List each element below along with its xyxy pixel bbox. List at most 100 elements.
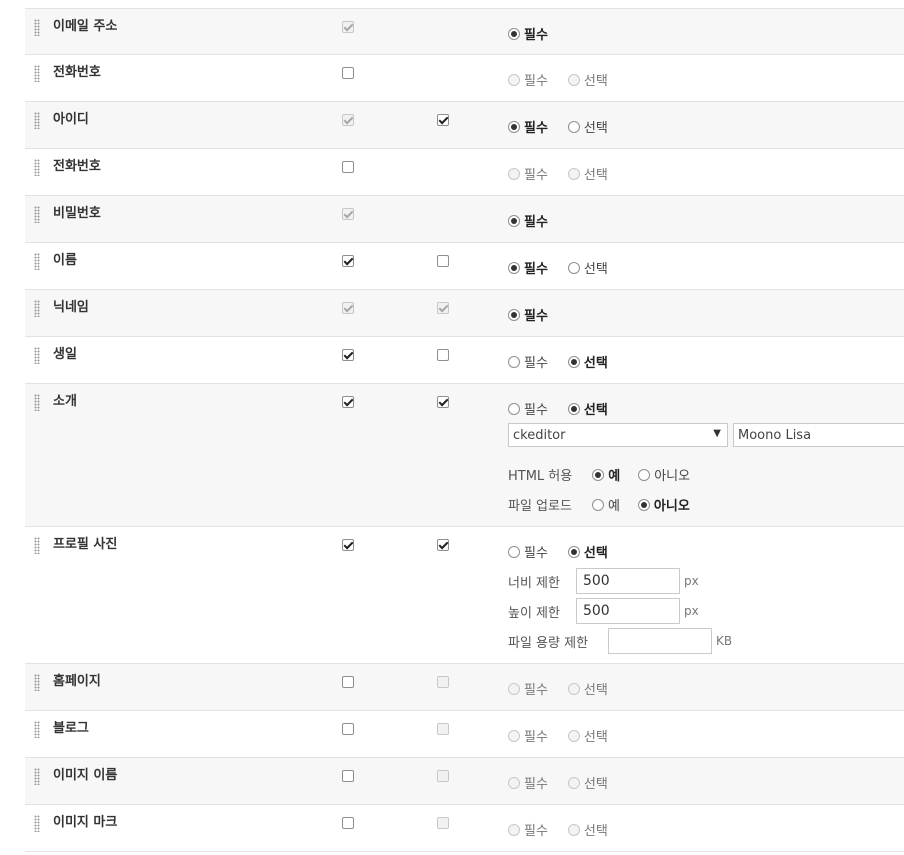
radio-label: 필수 bbox=[524, 403, 548, 418]
required-option[interactable]: 선택 bbox=[567, 258, 608, 277]
radio-label: 필수 bbox=[524, 215, 548, 230]
radio-button[interactable] bbox=[567, 120, 580, 133]
drag-handle-icon[interactable] bbox=[34, 65, 40, 82]
required-option[interactable]: 선택 bbox=[567, 352, 608, 371]
radio-label: 필수 bbox=[524, 356, 548, 371]
radio-button[interactable] bbox=[567, 402, 580, 415]
radio-button[interactable] bbox=[567, 355, 580, 368]
required-option: 필수 bbox=[508, 164, 548, 183]
editor-select[interactable]: ckeditor ▼ bbox=[508, 423, 728, 447]
field-row: 소개 필수 선택 ckeditor ▼ Moono Lisa HTML 허용 예 아니오 파일 업… bbox=[25, 384, 904, 527]
required-checkbox[interactable] bbox=[437, 396, 449, 408]
radio-label: 예 bbox=[608, 469, 621, 484]
required-option: 필수 bbox=[508, 679, 548, 698]
radio-label: 선택 bbox=[583, 403, 608, 418]
drag-handle-icon[interactable] bbox=[34, 394, 40, 411]
drag-handle-icon[interactable] bbox=[34, 159, 40, 176]
required-checkbox[interactable] bbox=[437, 114, 449, 126]
use-checkbox[interactable] bbox=[342, 396, 354, 408]
html-allow-option[interactable]: 예 bbox=[592, 465, 620, 484]
radio-button bbox=[567, 823, 580, 836]
radio-button[interactable] bbox=[508, 120, 520, 133]
radio-button[interactable] bbox=[567, 261, 580, 274]
required-option-group: 필수 bbox=[508, 305, 568, 324]
use-checkbox[interactable] bbox=[342, 349, 354, 361]
radio-label: 선택 bbox=[583, 168, 608, 183]
field-label: 홈페이지 bbox=[53, 674, 101, 689]
file-upload-option[interactable]: 아니오 bbox=[637, 495, 690, 514]
radio-button bbox=[508, 167, 520, 180]
required-option[interactable]: 필수 bbox=[508, 258, 548, 277]
drag-handle-icon[interactable] bbox=[34, 347, 40, 364]
drag-handle-icon[interactable] bbox=[34, 768, 40, 785]
use-checkbox[interactable] bbox=[342, 67, 354, 79]
radio-label: 필수 bbox=[524, 777, 548, 792]
use-checkbox[interactable] bbox=[342, 161, 354, 173]
required-option[interactable]: 필수 bbox=[508, 305, 548, 324]
drag-handle-icon[interactable] bbox=[34, 206, 40, 223]
required-option[interactable]: 필수 bbox=[508, 352, 548, 371]
height-limit-input[interactable]: 500 bbox=[575, 598, 680, 624]
radio-button[interactable] bbox=[567, 545, 580, 558]
use-checkbox[interactable] bbox=[342, 817, 354, 829]
use-checkbox[interactable] bbox=[342, 676, 354, 688]
drag-handle-icon[interactable] bbox=[34, 253, 40, 270]
required-option[interactable]: 선택 bbox=[567, 542, 608, 561]
required-checkbox[interactable] bbox=[437, 255, 449, 267]
radio-label: 선택 bbox=[583, 777, 608, 792]
radio-button[interactable] bbox=[508, 402, 520, 415]
radio-button[interactable] bbox=[638, 468, 651, 481]
radio-button[interactable] bbox=[591, 498, 604, 511]
radio-button[interactable] bbox=[637, 498, 650, 511]
required-option[interactable]: 필수 bbox=[508, 117, 548, 136]
width-limit-input[interactable]: 500 bbox=[575, 568, 680, 594]
required-option[interactable]: 선택 bbox=[567, 117, 608, 136]
use-checkbox[interactable] bbox=[342, 539, 354, 551]
use-checkbox[interactable] bbox=[342, 255, 354, 267]
required-option-group: 필수 선택 bbox=[508, 399, 628, 418]
use-checkbox[interactable] bbox=[342, 770, 354, 782]
html-allow-option[interactable]: 아니오 bbox=[638, 465, 690, 484]
radio-button[interactable] bbox=[508, 27, 520, 40]
field-label: 아이디 bbox=[53, 112, 89, 127]
required-option: 선택 bbox=[567, 726, 608, 745]
editor-skin-input[interactable]: Moono Lisa bbox=[733, 423, 904, 447]
required-option[interactable]: 필수 bbox=[508, 211, 548, 230]
radio-label: 필수 bbox=[524, 309, 548, 324]
required-option[interactable]: 필수 bbox=[508, 542, 548, 561]
radio-label: 필수 bbox=[524, 28, 548, 43]
radio-button[interactable] bbox=[508, 355, 520, 368]
radio-button[interactable] bbox=[508, 545, 520, 558]
radio-button[interactable] bbox=[508, 214, 520, 227]
required-option[interactable]: 선택 bbox=[567, 399, 608, 418]
required-checkbox bbox=[437, 302, 449, 314]
use-checkbox[interactable] bbox=[342, 723, 354, 735]
required-option: 선택 bbox=[567, 820, 608, 839]
file-size-limit-input[interactable] bbox=[608, 628, 713, 654]
required-checkbox[interactable] bbox=[437, 349, 449, 361]
drag-handle-icon[interactable] bbox=[34, 19, 40, 36]
drag-handle-icon[interactable] bbox=[34, 300, 40, 317]
required-option[interactable]: 필수 bbox=[508, 24, 548, 43]
drag-handle-icon[interactable] bbox=[34, 721, 40, 738]
required-option[interactable]: 필수 bbox=[508, 399, 548, 418]
drag-handle-icon[interactable] bbox=[34, 112, 40, 129]
required-checkbox[interactable] bbox=[437, 539, 449, 551]
radio-label: 필수 bbox=[524, 121, 548, 136]
radio-button bbox=[508, 776, 520, 789]
field-label: 이미지 이름 bbox=[53, 768, 118, 783]
radio-button bbox=[567, 167, 580, 180]
drag-handle-icon[interactable] bbox=[34, 537, 40, 554]
field-label: 블로그 bbox=[53, 721, 89, 736]
drag-handle-icon[interactable] bbox=[34, 674, 40, 691]
required-checkbox bbox=[437, 770, 449, 782]
drag-handle-icon[interactable] bbox=[34, 815, 40, 832]
file-upload-option[interactable]: 예 bbox=[591, 495, 620, 514]
field-label: 전화번호 bbox=[53, 159, 101, 174]
radio-button[interactable] bbox=[508, 308, 520, 321]
required-option-group: 필수 선택 bbox=[508, 164, 628, 183]
radio-button[interactable] bbox=[592, 468, 605, 481]
file-size-limit-setting: 파일 용량 제한 KB bbox=[508, 628, 732, 654]
file-upload-setting: 파일 업로드 예 아니오 bbox=[508, 495, 690, 514]
radio-button[interactable] bbox=[508, 261, 520, 274]
